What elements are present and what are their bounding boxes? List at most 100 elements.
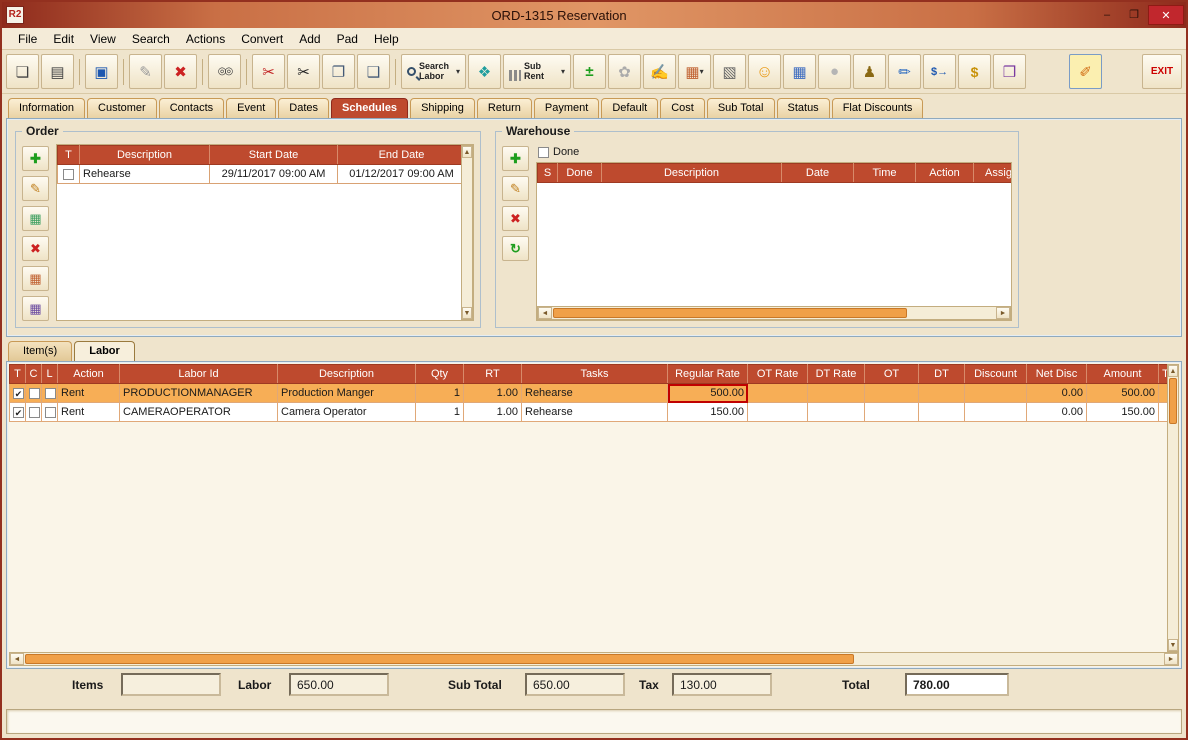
scroll-down-icon[interactable]: ▼ [1168,639,1178,651]
scroll-down-icon[interactable]: ▼ [462,307,472,319]
cell-description[interactable]: Production Manger [278,384,416,403]
labor-vertical-scrollbar[interactable]: ▲ ▼ [1167,364,1179,652]
cell-net-disc[interactable]: 0.00 [1027,384,1087,403]
scroll-up-icon[interactable]: ▲ [1168,365,1178,377]
calendar-dropdown-button[interactable]: ▦▾ [678,54,711,89]
cell-l-checkbox[interactable] [42,403,58,422]
notes-button[interactable]: ✏ [888,54,921,89]
order-vertical-scrollbar[interactable]: ▲ ▼ [461,145,473,320]
cell-qty[interactable]: 1 [416,384,464,403]
scrollbar-thumb[interactable] [1169,378,1177,424]
scrollbar-thumb[interactable] [553,308,907,318]
tab-contacts[interactable]: Contacts [159,98,224,118]
cell-labor-id[interactable]: CAMERAOPERATOR [120,403,278,422]
paste-button[interactable]: ❑ [357,54,390,89]
menu-convert[interactable]: Convert [233,30,291,48]
cell-ot[interactable] [865,403,919,422]
order-delete-button[interactable]: ✖ [22,236,49,261]
close-button[interactable]: ✕ [1148,5,1184,25]
row-checkbox[interactable] [29,388,40,399]
row-checkbox[interactable]: ✔ [13,388,24,399]
warehouse-delete-button[interactable]: ✖ [502,206,529,231]
scroll-right-icon[interactable]: ► [996,307,1010,319]
cell-start-date[interactable]: 29/11/2017 09:00 AM [210,165,338,184]
disabled-button[interactable]: ● [818,54,851,89]
cell-regular-rate[interactable]: 150.00 [668,403,748,422]
cell-ot-rate[interactable] [748,403,808,422]
scroll-right-icon[interactable]: ► [1164,653,1178,665]
done-checkbox[interactable] [538,147,549,158]
menu-add[interactable]: Add [291,30,328,48]
smiley-button[interactable]: ☺ [748,54,781,89]
cell-discount[interactable] [965,403,1027,422]
cell-dt[interactable] [919,384,965,403]
checklist-button[interactable]: ✍ [643,54,676,89]
scroll-left-icon[interactable]: ◄ [10,653,24,665]
menu-actions[interactable]: Actions [178,30,233,48]
scroll-left-icon[interactable]: ◄ [538,307,552,319]
menu-pad[interactable]: Pad [329,30,366,48]
cell-t-checkbox[interactable]: ✔ [10,384,26,403]
find-button[interactable]: ◎◎ [208,54,241,89]
cell-description[interactable]: Camera Operator [278,403,416,422]
contacts-button[interactable]: ♟ [853,54,886,89]
menu-help[interactable]: Help [366,30,407,48]
cell-discount[interactable] [965,384,1027,403]
tab-sub-total[interactable]: Sub Total [707,98,775,118]
order-planner-button[interactable]: ▦ [22,296,49,321]
new-button[interactable]: ❏ [6,54,39,89]
cell-end-date[interactable]: 01/12/2017 09:00 AM [338,165,462,184]
tax-field[interactable]: 130.00 [672,673,772,696]
cell-action[interactable]: Rent [58,384,120,403]
cell-qty[interactable]: 1 [416,403,464,422]
cell-checkbox[interactable] [58,165,80,184]
edit-button[interactable]: ✎ [129,54,162,89]
cell-action[interactable]: Rent [58,403,120,422]
tab-shipping[interactable]: Shipping [410,98,475,118]
order-add-button[interactable]: ✚ [22,146,49,171]
sub-rent-button[interactable]: Sub Rent ▾ [503,54,571,89]
row-checkbox[interactable]: ✔ [13,407,24,418]
menu-view[interactable]: View [82,30,124,48]
subtotal-field[interactable]: 650.00 [525,673,625,696]
cell-ot-rate[interactable] [748,384,808,403]
tab-payment[interactable]: Payment [534,98,599,118]
cell-net-disc[interactable]: 0.00 [1027,403,1087,422]
row-checkbox[interactable] [45,407,56,418]
scroll-up-icon[interactable]: ▲ [462,146,472,158]
exchange-button[interactable]: ± [573,54,606,89]
save-button[interactable]: ▣ [85,54,118,89]
cell-c-checkbox[interactable] [26,403,42,422]
cell-description[interactable]: Rehearse [80,165,210,184]
cell-tasks[interactable]: Rehearse [522,384,668,403]
wand-button[interactable]: ✐ [1069,54,1102,89]
exit-button[interactable]: EXIT [1142,54,1182,89]
warehouse-horizontal-scrollbar[interactable]: ◄ ► [537,306,1011,320]
cell-ot[interactable] [865,384,919,403]
cell-dt-rate[interactable] [808,384,865,403]
minimize-button[interactable]: – [1094,5,1120,25]
cell-l-checkbox[interactable] [42,384,58,403]
cubes-button[interactable]: ❒ [993,54,1026,89]
cut-red-button[interactable]: ✂ [252,54,285,89]
tab-default[interactable]: Default [601,98,658,118]
warehouse-edit-button[interactable]: ✎ [502,176,529,201]
tab-customer[interactable]: Customer [87,98,157,118]
cell-dt[interactable] [919,403,965,422]
warehouse-refresh-button[interactable]: ↻ [502,236,529,261]
cell-regular-rate[interactable]: 500.00 [668,384,748,403]
items-field[interactable] [121,673,221,696]
cell-dt-rate[interactable] [808,403,865,422]
cell-amount[interactable]: 500.00 [1087,384,1159,403]
cell-amount[interactable]: 150.00 [1087,403,1159,422]
fax-button[interactable]: ▧ [713,54,746,89]
order-table-row[interactable]: Rehearse 29/11/2017 09:00 AM 01/12/2017 … [58,165,462,184]
order-edit-button[interactable]: ✎ [22,176,49,201]
tab-dates[interactable]: Dates [278,98,329,118]
cell-t-checkbox[interactable]: ✔ [10,403,26,422]
tab-schedules[interactable]: Schedules [331,98,408,118]
warehouse-add-button[interactable]: ✚ [502,146,529,171]
cell-rt[interactable]: 1.00 [464,403,522,422]
currency-button[interactable]: $→ [923,54,956,89]
shapes-button[interactable]: ❖ [468,54,501,89]
